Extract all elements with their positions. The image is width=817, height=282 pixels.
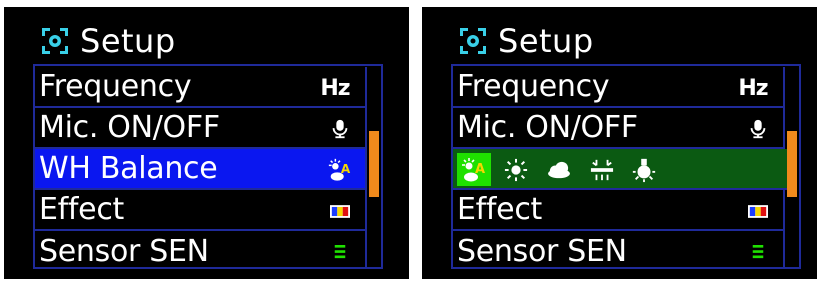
scrollbar-thumb[interactable] bbox=[369, 131, 379, 197]
menu-item-mic[interactable]: Mic. ON/OFF bbox=[453, 108, 783, 149]
menu-item-sensor[interactable]: Sensor SEN bbox=[35, 231, 365, 272]
setup-menu-screen-right: Setup Frequency Hz Mic. ON/OFF A Effect bbox=[422, 7, 817, 279]
page-title: Setup bbox=[498, 22, 594, 60]
color-effect-icon bbox=[327, 198, 353, 224]
incandescent-icon bbox=[632, 158, 656, 182]
sunny-icon bbox=[504, 158, 528, 181]
color-effect-icon bbox=[745, 198, 771, 224]
menu-item-frequency[interactable]: Frequency Hz bbox=[453, 67, 783, 108]
menu-item-label: Sensor SEN bbox=[39, 234, 209, 269]
menu-item-frequency[interactable]: Frequency Hz bbox=[35, 67, 365, 108]
svg-text:A: A bbox=[475, 162, 485, 177]
page-title: Setup bbox=[80, 22, 176, 60]
menu-item-label: Effect bbox=[457, 192, 542, 227]
menu-item-sensor[interactable]: Sensor SEN bbox=[453, 231, 783, 272]
hz-icon: Hz bbox=[738, 75, 768, 101]
fluorescent-option[interactable] bbox=[585, 153, 619, 186]
svg-text:A: A bbox=[341, 162, 351, 176]
menu-header: Setup bbox=[458, 21, 594, 61]
hz-icon: Hz bbox=[320, 75, 350, 101]
microphone-icon bbox=[327, 116, 353, 142]
setup-icon bbox=[460, 28, 486, 54]
cloudy-icon bbox=[548, 161, 570, 178]
menu-item-mic[interactable]: Mic. ON/OFF bbox=[35, 108, 365, 149]
sunny-option[interactable] bbox=[499, 153, 533, 186]
menu-item-effect[interactable]: Effect bbox=[35, 190, 365, 231]
menu-item-label: Frequency bbox=[39, 69, 192, 104]
menu-item-label: WH Balance bbox=[39, 151, 218, 186]
auto-white-balance-icon: A bbox=[327, 157, 353, 183]
sensor-level-icon bbox=[745, 239, 771, 265]
white-balance-options-bar: A bbox=[453, 149, 787, 190]
auto-white-balance-option[interactable]: A bbox=[457, 153, 491, 186]
menu-item-label: Mic. ON/OFF bbox=[457, 110, 638, 145]
setup-menu-screen-left: Setup Frequency Hz Mic. ON/OFF WH Balanc… bbox=[4, 7, 409, 279]
fluorescent-icon bbox=[590, 159, 614, 180]
incandescent-option[interactable] bbox=[627, 153, 661, 186]
menu-header: Setup bbox=[40, 21, 176, 61]
sensor-level-icon bbox=[327, 239, 353, 265]
menu-item-label: Mic. ON/OFF bbox=[39, 110, 220, 145]
scrollbar-thumb[interactable] bbox=[787, 131, 797, 197]
menu-item-wh-balance[interactable]: WH Balance A bbox=[35, 149, 365, 190]
menu-item-label: Sensor SEN bbox=[457, 234, 627, 269]
microphone-icon bbox=[745, 116, 771, 142]
cloudy-option[interactable] bbox=[542, 153, 576, 186]
setup-icon bbox=[42, 28, 68, 54]
menu-item-label: Effect bbox=[39, 192, 124, 227]
auto-white-balance-icon: A bbox=[462, 157, 485, 181]
menu-item-label: Frequency bbox=[457, 69, 610, 104]
menu-item-effect[interactable]: Effect bbox=[453, 190, 783, 231]
